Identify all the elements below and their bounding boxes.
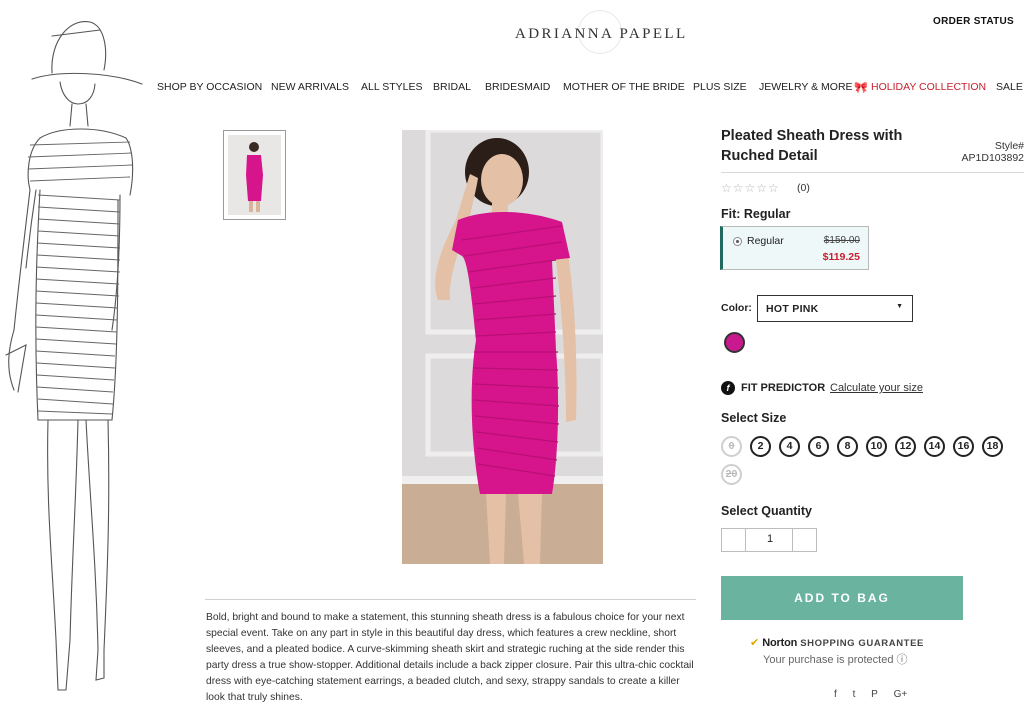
order-status-label: ORDER STATUS bbox=[933, 16, 1015, 27]
rating-stars-icon[interactable]: ☆☆☆☆☆ bbox=[721, 181, 780, 195]
color-swatch-hot-pink[interactable] bbox=[724, 332, 745, 353]
nav-item-all-styles[interactable]: ALL STYLES bbox=[361, 81, 422, 93]
purchase-protected: Your purchase is protected ⓘ bbox=[763, 651, 908, 667]
nav-item-plus-size[interactable]: PLUS SIZE bbox=[693, 81, 747, 93]
nav-item-shop-by-occasion[interactable]: SHOP BY OCCASION bbox=[157, 81, 262, 93]
size-option-14[interactable]: 14 bbox=[924, 436, 945, 457]
style-number-block: Style# AP1D103892 bbox=[940, 140, 1024, 164]
title-divider bbox=[721, 172, 1024, 173]
description-divider bbox=[205, 599, 696, 600]
bow-icon: 🎀 bbox=[854, 82, 868, 94]
sale-price: $119.25 bbox=[822, 251, 860, 263]
original-price: $159.00 bbox=[823, 235, 860, 246]
size-option-12[interactable]: 12 bbox=[895, 436, 916, 457]
twitter-icon[interactable]: t bbox=[853, 689, 856, 700]
style-number: AP1D103892 bbox=[961, 152, 1024, 164]
review-count[interactable]: (0) bbox=[797, 182, 810, 194]
nav-item-sale[interactable]: SALE bbox=[996, 81, 1023, 93]
google-plus-icon[interactable]: G+ bbox=[894, 689, 908, 700]
caret-down-icon: ▼ bbox=[896, 303, 903, 310]
product-description: Bold, bright and bound to make a stateme… bbox=[206, 612, 694, 703]
norton-brand: Norton bbox=[762, 637, 798, 649]
nav-item-bridal[interactable]: BRIDAL bbox=[433, 81, 471, 93]
pinterest-icon[interactable]: P bbox=[871, 689, 878, 700]
size-option-20[interactable]: 20 bbox=[721, 464, 742, 485]
select-quantity-label: Select Quantity bbox=[721, 504, 812, 518]
thumbnail-model-figure bbox=[246, 142, 263, 212]
order-status-link[interactable]: ORDER STATUSS bbox=[933, 16, 1024, 27]
color-dropdown[interactable]: HOT PINK ▼ bbox=[757, 295, 913, 322]
fashion-sketch-illustration bbox=[5, 21, 143, 691]
color-selected-value: HOT PINK bbox=[766, 303, 819, 315]
size-option-2[interactable]: 2 bbox=[750, 436, 771, 457]
style-label: Style# bbox=[994, 140, 1024, 152]
purchase-protected-text: Your purchase is protected bbox=[763, 654, 894, 666]
shopping-guarantee-text: SHOPPING GUARANTEE bbox=[800, 638, 924, 649]
facebook-icon[interactable]: f bbox=[834, 689, 837, 700]
color-label: Color: bbox=[721, 302, 752, 314]
nav-item-bridesmaid[interactable]: BRIDESMAID bbox=[485, 81, 550, 93]
quantity-decrease-button[interactable] bbox=[722, 529, 746, 551]
size-option-6[interactable]: 6 bbox=[808, 436, 829, 457]
thumbnail-image bbox=[228, 135, 281, 215]
main-navigation: SHOP BY OCCASION NEW ARRIVALS ALL STYLES… bbox=[157, 81, 1024, 95]
size-option-10[interactable]: 10 bbox=[866, 436, 887, 457]
brand-logo[interactable]: ADRIANNA PAPELL bbox=[515, 26, 688, 43]
calculate-size-link[interactable]: Calculate your size bbox=[830, 382, 923, 394]
nav-item-jewelry-more[interactable]: JEWELRY & MORE bbox=[759, 81, 853, 93]
norton-check-icon: ✔ bbox=[750, 637, 760, 649]
norton-guarantee[interactable]: ✔ Norton SHOPPING GUARANTEE bbox=[750, 636, 924, 649]
product-thumbnail[interactable] bbox=[223, 130, 286, 220]
social-share-bar: f t P G+ bbox=[834, 689, 920, 700]
fit-label: Fit: Regular bbox=[721, 207, 791, 221]
main-product-image[interactable] bbox=[402, 130, 603, 564]
nav-item-mother-of-the-bride[interactable]: MOTHER OF THE BRIDE bbox=[563, 81, 685, 93]
size-option-16[interactable]: 16 bbox=[953, 436, 974, 457]
quantity-stepper: 1 bbox=[721, 528, 817, 552]
fit-option-label: Regular bbox=[747, 235, 784, 247]
add-to-bag-button[interactable]: ADD TO BAG bbox=[721, 576, 963, 620]
quantity-increase-button[interactable] bbox=[792, 529, 816, 551]
size-option-4[interactable]: 4 bbox=[779, 436, 800, 457]
size-option-8[interactable]: 8 bbox=[837, 436, 858, 457]
model-photo bbox=[402, 130, 603, 564]
info-icon[interactable]: ⓘ bbox=[897, 654, 908, 666]
fit-option-regular[interactable]: Regular $159.00 $119.25 bbox=[720, 226, 869, 270]
fit-predictor-label: FIT PREDICTOR bbox=[741, 382, 826, 394]
nav-item-new-arrivals[interactable]: NEW ARRIVALS bbox=[271, 81, 349, 93]
select-size-label: Select Size bbox=[721, 411, 787, 425]
fit-predictor-icon: f bbox=[721, 381, 735, 395]
product-title: Pleated Sheath Dress with Ruched Detail bbox=[721, 128, 903, 164]
nav-item-holiday-collection[interactable]: HOLIDAY COLLECTION bbox=[871, 81, 986, 93]
quantity-input[interactable]: 1 bbox=[746, 533, 794, 545]
fit-radio-button[interactable] bbox=[733, 237, 742, 246]
size-option-0[interactable]: 0 bbox=[721, 436, 742, 457]
size-option-18[interactable]: 18 bbox=[982, 436, 1003, 457]
